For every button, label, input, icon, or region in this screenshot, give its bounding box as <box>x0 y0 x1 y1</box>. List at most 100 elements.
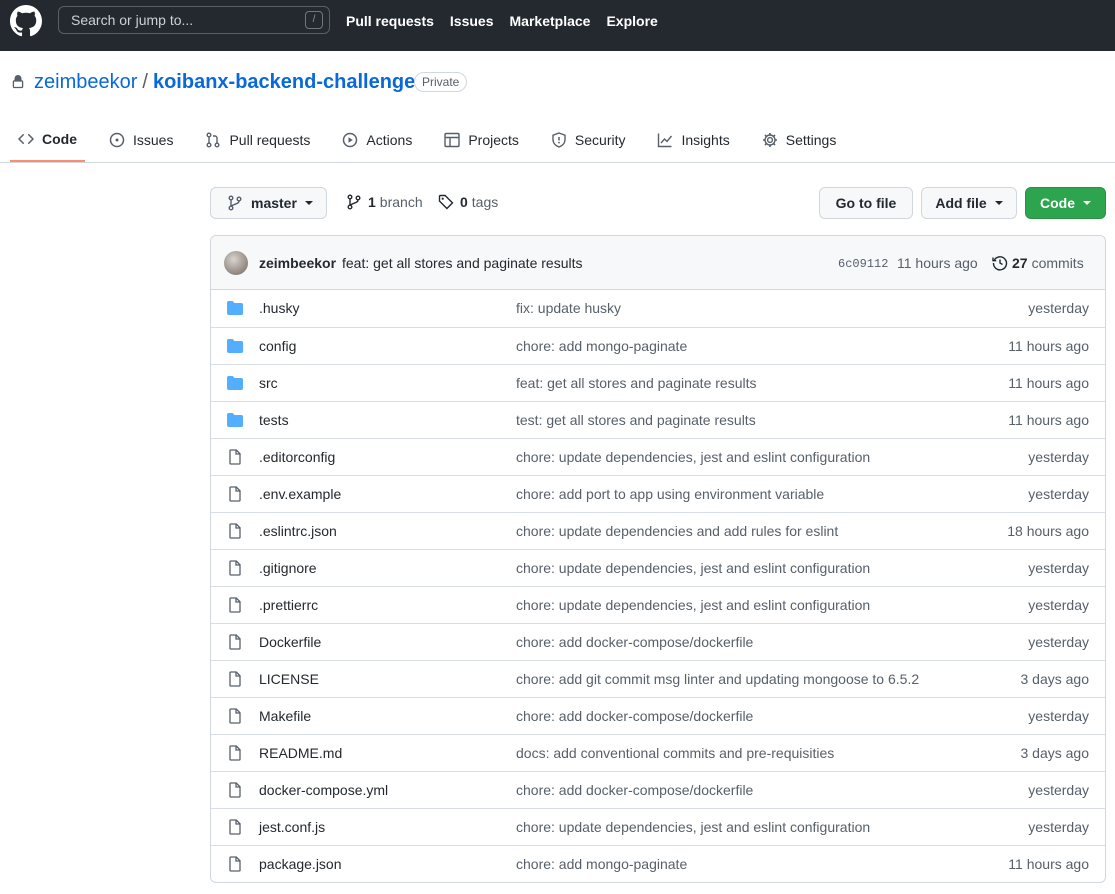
file-commit-message-link[interactable]: chore: add mongo-paginate <box>516 338 687 354</box>
file-icon <box>229 708 241 724</box>
file-row[interactable]: .gitignore chore: update dependencies, je… <box>211 549 1105 586</box>
file-commit-message-link[interactable]: docs: add conventional commits and pre-r… <box>516 745 834 761</box>
file-row[interactable]: .env.example chore: add port to app using… <box>211 475 1105 512</box>
chevron-down-icon <box>304 201 313 205</box>
search-input[interactable]: Search or jump to... / <box>58 6 330 34</box>
repo-name-link[interactable]: koibanx-backend-challenge <box>153 71 415 93</box>
tab-pull-requests[interactable]: Pull requests <box>197 118 318 162</box>
file-row[interactable]: README.md docs: add conventional commits … <box>211 734 1105 771</box>
commit-message-link[interactable]: feat: get all stores and paginate result… <box>342 255 582 271</box>
chevron-down-icon <box>1083 201 1091 205</box>
file-name-link[interactable]: .prettierrc <box>259 597 318 613</box>
tab-settings[interactable]: Settings <box>754 118 845 162</box>
repo-header: zeimbeekor / koibanx-backend-challenge Pri… <box>0 51 1115 163</box>
file-type-icon <box>227 523 243 542</box>
file-commit-age: 11 hours ago <box>1008 856 1089 872</box>
avatar[interactable] <box>224 251 248 275</box>
file-commit-message-link[interactable]: chore: add docker-compose/dockerfile <box>516 708 753 724</box>
latest-commit-bar: zeimbeekor feat: get all stores and pagi… <box>211 236 1105 290</box>
tab-projects[interactable]: Projects <box>436 118 527 162</box>
commit-time: 11 hours ago <box>897 255 978 271</box>
file-row[interactable]: jest.conf.js chore: update dependencies, … <box>211 808 1105 845</box>
file-row[interactable]: config chore: add mongo-paginate 11 hours … <box>211 327 1105 364</box>
tab-code[interactable]: Code <box>10 118 85 162</box>
nav-explore[interactable]: Explore <box>606 13 657 29</box>
file-commit-message-link[interactable]: chore: update dependencies, jest and esl… <box>516 597 870 613</box>
tab-issues[interactable]: Issues <box>101 118 181 162</box>
file-name-link[interactable]: Dockerfile <box>259 634 321 650</box>
tab-actions[interactable]: Actions <box>334 118 420 162</box>
file-row[interactable]: package.json chore: add mongo-paginate 11 … <box>211 845 1105 882</box>
add-file-button[interactable]: Add file <box>921 187 1017 219</box>
tags-link[interactable]: 0 tags <box>438 194 498 210</box>
file-commit-message-link[interactable]: chore: update dependencies, jest and esl… <box>516 449 870 465</box>
file-type-icon <box>227 597 243 616</box>
branch-select-button[interactable]: master <box>210 187 327 219</box>
file-commit-message-link[interactable]: chore: update dependencies, jest and esl… <box>516 560 870 576</box>
tab-label: Issues <box>133 132 174 148</box>
file-name-link[interactable]: jest.conf.js <box>259 819 325 835</box>
tab-insights[interactable]: Insights <box>649 118 737 162</box>
file-row[interactable]: tests test: get all stores and paginate r… <box>211 401 1105 438</box>
code-button[interactable]: Code <box>1025 187 1106 219</box>
repo-owner-link[interactable]: zeimbeekor <box>34 71 137 93</box>
file-name-link[interactable]: src <box>259 375 278 391</box>
github-logo-icon[interactable] <box>10 5 42 37</box>
file-commit-message-link[interactable]: chore: add docker-compose/dockerfile <box>516 782 753 798</box>
file-row[interactable]: LICENSE chore: add git commit msg linter … <box>211 660 1105 697</box>
file-name-link[interactable]: tests <box>259 412 289 428</box>
nav-issues[interactable]: Issues <box>450 13 494 29</box>
file-commit-message-link[interactable]: fix: update husky <box>516 300 621 316</box>
file-row[interactable]: .editorconfig chore: update dependencies,… <box>211 438 1105 475</box>
file-commit-message-link[interactable]: chore: add mongo-paginate <box>516 856 687 872</box>
file-commit-age: yesterday <box>1028 300 1089 316</box>
file-name-link[interactable]: .env.example <box>259 486 341 502</box>
file-row[interactable]: src feat: get all stores and paginate res… <box>211 364 1105 401</box>
git-branch-icon <box>228 195 242 211</box>
file-type-icon <box>227 375 243 394</box>
file-type-icon <box>227 338 243 357</box>
file-row[interactable]: Dockerfile chore: add docker-compose/dock… <box>211 623 1105 660</box>
file-name-link[interactable]: Makefile <box>259 708 311 724</box>
file-commit-message-link[interactable]: chore: add git commit msg linter and upd… <box>516 671 919 687</box>
file-icon <box>229 486 241 502</box>
file-name-link[interactable]: package.json <box>259 856 342 872</box>
file-icon <box>229 671 241 687</box>
file-commit-message-link[interactable]: feat: get all stores and paginate result… <box>516 375 756 391</box>
file-type-icon <box>227 560 243 579</box>
commit-sha-link[interactable]: 6c09112 <box>838 257 888 271</box>
file-row[interactable]: .husky fix: update husky yesterday <box>211 290 1105 327</box>
file-row[interactable]: .prettierrc chore: update dependencies, j… <box>211 586 1105 623</box>
file-name-link[interactable]: .husky <box>259 300 299 316</box>
tab-label: Settings <box>785 132 837 148</box>
file-commit-message-link[interactable]: chore: add docker-compose/dockerfile <box>516 634 753 650</box>
commit-author-link[interactable]: zeimbeekor <box>259 255 336 271</box>
file-commit-message-link[interactable]: chore: update dependencies, jest and esl… <box>516 819 870 835</box>
file-row[interactable]: docker-compose.yml chore: add docker-comp… <box>211 771 1105 808</box>
branch-label: branch <box>379 194 423 210</box>
tab-security[interactable]: Security <box>543 118 634 162</box>
file-row[interactable]: Makefile chore: add docker-compose/docker… <box>211 697 1105 734</box>
nav-marketplace[interactable]: Marketplace <box>510 13 591 29</box>
file-name-link[interactable]: LICENSE <box>259 671 319 687</box>
file-name-link[interactable]: README.md <box>259 745 342 761</box>
tab-label: Security <box>574 132 626 148</box>
gear-icon <box>762 133 777 147</box>
file-commit-message-link[interactable]: test: get all stores and paginate result… <box>516 412 756 428</box>
go-to-file-button[interactable]: Go to file <box>819 187 913 219</box>
file-list: .husky fix: update husky yesterday config ch… <box>211 290 1105 882</box>
global-nav: Pull requests Issues Marketplace Explore <box>346 13 658 29</box>
file-name-link[interactable]: .gitignore <box>259 560 317 576</box>
folder-icon <box>227 301 243 315</box>
file-name-link[interactable]: docker-compose.yml <box>259 782 388 798</box>
file-name-link[interactable]: config <box>259 338 296 354</box>
nav-pull-requests[interactable]: Pull requests <box>346 13 434 29</box>
branches-link[interactable]: 1 branch <box>346 194 423 210</box>
file-name-link[interactable]: .eslintrc.json <box>259 523 337 539</box>
file-commit-message-link[interactable]: chore: add port to app using environment… <box>516 486 824 502</box>
file-name-link[interactable]: .editorconfig <box>259 449 335 465</box>
file-commit-age: yesterday <box>1028 597 1089 613</box>
commits-link[interactable]: 27 commits <box>992 255 1084 271</box>
file-commit-message-link[interactable]: chore: update dependencies and add rules… <box>516 523 838 539</box>
file-row[interactable]: .eslintrc.json chore: update dependencies… <box>211 512 1105 549</box>
